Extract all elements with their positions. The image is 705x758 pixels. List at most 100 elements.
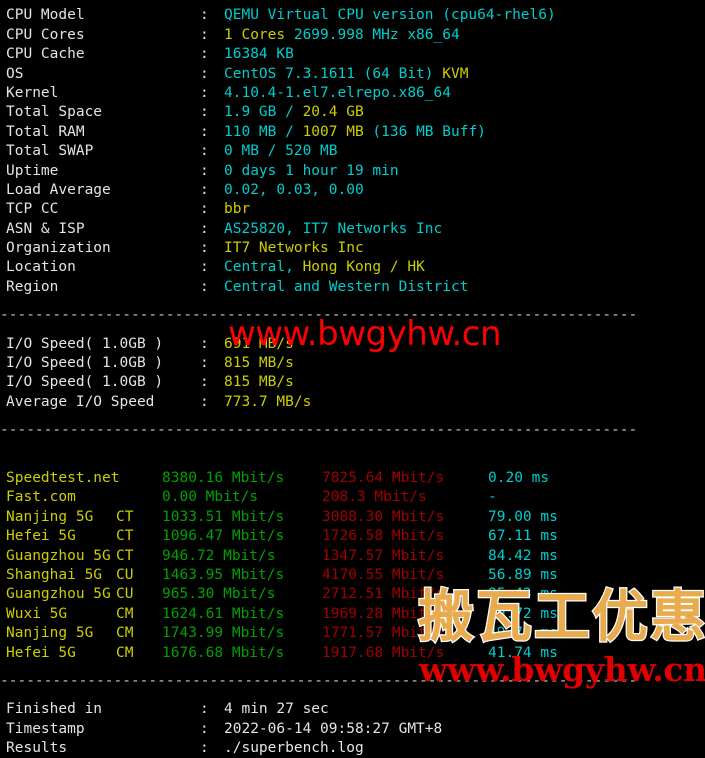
- info-row: ASN & ISP: AS25820, IT7 Networks Inc: [0, 220, 705, 239]
- io-row-colon: :: [200, 393, 209, 410]
- io-row-colon: :: [200, 374, 209, 391]
- speedtest-download-speed: 2712.51 Mbit/s: [322, 586, 445, 603]
- info-row-value-highlight: IT7 Networks Inc: [224, 240, 364, 257]
- speedtest-latency: 0.20 ms: [488, 469, 550, 486]
- speedtest-latency: 49.72 ms: [488, 605, 558, 622]
- info-row-value-highlight: bbr: [224, 201, 251, 218]
- speedtest-row: Speedtest.net 8380.16 Mbit/s 7825.64 Mbit/…: [0, 469, 705, 488]
- speedtest-latency: 79.00 ms: [488, 508, 558, 525]
- speedtest-carrier: CM: [116, 625, 134, 642]
- speedtest-download-speed: 3088.30 Mbit/s: [322, 508, 445, 525]
- info-row-colon: :: [200, 220, 209, 237]
- speedtest-row: Nanjing 5G CM 1743.99 Mbit/s 1771.57 Mbit/s…: [0, 624, 705, 643]
- summary-row-colon: :: [200, 701, 209, 718]
- info-row-value: 4.10.4-1.el7.elrepo.x86_64: [224, 84, 451, 101]
- speedtest-node-name: Wuxi 5G: [6, 605, 68, 622]
- info-row: CPU Cores:1 Cores 2699.998 MHz x86_64: [0, 26, 705, 45]
- speedtest-latency: 84.42 ms: [488, 547, 558, 564]
- speedtest-download-speed: 1726.58 Mbit/s: [322, 528, 445, 545]
- info-row: Total RAM:110 MB / 1007 MB (136 MB Buff): [0, 123, 705, 142]
- io-row-colon: :: [200, 335, 209, 352]
- io-row: I/O Speed( 1.0GB ):815 MB/s: [0, 373, 705, 392]
- info-row-label: Total RAM: [6, 123, 85, 140]
- io-row: Average I/O Speed:773.7 MB/s: [0, 393, 705, 412]
- speedtest-node-name: Guangzhou 5G: [6, 547, 111, 564]
- info-row-colon: :: [200, 65, 209, 82]
- speedtest-upload-speed: 1743.99 Mbit/s: [162, 625, 285, 642]
- speedtest-row: Hefei 5G CM 1676.68 Mbit/s 1917.68 Mbit/s 41…: [0, 644, 705, 663]
- io-row-label: I/O Speed( 1.0GB ): [6, 374, 164, 391]
- info-row-value-tail: 2699.998 MHz x86_64: [285, 26, 460, 43]
- speedtest-latency: 49.75 ms: [488, 625, 558, 642]
- info-row-label: Organization: [6, 240, 111, 257]
- speedtest-carrier: CT: [116, 547, 134, 564]
- speedtest-node-name: Nanjing 5G: [6, 625, 94, 642]
- speedtest-row: Fast.com 0.00 Mbit/s 208.3 Mbit/s -: [0, 488, 705, 507]
- speedtest-upload-speed: 8380.16 Mbit/s: [162, 469, 285, 486]
- info-row-value: Central and Western District: [224, 278, 469, 295]
- info-row-value-highlight: Hong Kong / HK: [302, 259, 425, 276]
- info-row-colon: :: [200, 181, 209, 198]
- info-row: OS: CentOS 7.3.1611 (64 Bit) KVM: [0, 65, 705, 84]
- speedtest-upload-speed: 1033.51 Mbit/s: [162, 508, 285, 525]
- io-row-label: I/O Speed( 1.0GB ): [6, 355, 164, 372]
- gap: [0, 297, 705, 306]
- info-row-colon: :: [200, 46, 209, 63]
- io-row: I/O Speed( 1.0GB ):691 MB/s: [0, 335, 705, 354]
- info-row-value: 0 days 1 hour 19 min: [224, 162, 399, 179]
- info-row-colon: :: [200, 26, 209, 43]
- info-row-colon: :: [200, 162, 209, 179]
- speedtest-carrier: CT: [116, 528, 134, 545]
- speedtest-download-speed: 1917.68 Mbit/s: [322, 644, 445, 661]
- speedtest-latency: 67.11 ms: [488, 528, 558, 545]
- speedtest-row: Nanjing 5G CT 1033.51 Mbit/s 3088.30 Mbit/s…: [0, 508, 705, 527]
- summary-row-label: Finished in: [6, 701, 103, 718]
- info-row-colon: :: [200, 84, 209, 101]
- summary-row-label: Timestamp: [6, 720, 85, 737]
- info-row-colon: :: [200, 7, 209, 24]
- info-row-colon: :: [200, 201, 209, 218]
- info-row-label: ASN & ISP: [6, 220, 85, 237]
- io-row-label: I/O Speed( 1.0GB ): [6, 335, 164, 352]
- info-row-label: CPU Model: [6, 7, 85, 24]
- speedtest-download-speed: 208.3 Mbit/s: [322, 489, 427, 506]
- speedtest-carrier: CU: [116, 566, 134, 583]
- speedtest-latency: 56.89 ms: [488, 566, 558, 583]
- speedtest-download-speed: 1771.57 Mbit/s: [322, 625, 445, 642]
- io-test-section: I/O Speed( 1.0GB ):691 MB/s I/O Speed( 1.…: [0, 335, 705, 413]
- info-row: Location: Central, Hong Kong / HK: [0, 258, 705, 277]
- info-row-label: Region: [6, 278, 59, 295]
- info-row-label: Uptime: [6, 162, 59, 179]
- summary-section: Finished in:4 min 27 sec Timestamp:2022-0…: [0, 700, 705, 758]
- io-row-value: 691 MB/s: [224, 335, 294, 352]
- info-row-colon: :: [200, 104, 209, 121]
- info-row-label: Total SWAP: [6, 143, 94, 160]
- info-row: TCP CC: bbr: [0, 200, 705, 219]
- speedtest-upload-speed: 1463.95 Mbit/s: [162, 566, 285, 583]
- info-row: Total SWAP:0 MB / 520 MB: [0, 142, 705, 161]
- info-row-label: Kernel: [6, 84, 59, 101]
- summary-row: Results: ./superbench.log: [0, 739, 705, 758]
- speedtest-carrier: CM: [116, 644, 134, 661]
- speedtest-download-speed: 4170.55 Mbit/s: [322, 566, 445, 583]
- summary-row-label: Results: [6, 740, 68, 757]
- info-row: CPU Model: QEMU Virtual CPU version (cpu6…: [0, 6, 705, 25]
- io-row-value: 815 MB/s: [224, 355, 294, 372]
- speedtest-upload-speed: 1676.68 Mbit/s: [162, 644, 285, 661]
- speedtest-upload-speed: 1624.61 Mbit/s: [162, 605, 285, 622]
- info-row-value-highlight: 20.4 GB: [302, 104, 364, 121]
- info-row-colon: :: [200, 143, 209, 160]
- speedtest-carrier: CM: [116, 605, 134, 622]
- speedtest-carrier: CU: [116, 586, 134, 603]
- info-row-value: Central,: [224, 259, 303, 276]
- separator-speedtest: ----------------------------------------…: [0, 422, 638, 439]
- info-row-label: CPU Cache: [6, 46, 85, 63]
- separator-io: ----------------------------------------…: [0, 307, 638, 324]
- info-row-label: Location: [6, 259, 76, 276]
- info-row: Organization: IT7 Networks Inc: [0, 239, 705, 258]
- info-row-value: 1.9 GB /: [224, 104, 303, 121]
- summary-row-colon: :: [200, 740, 209, 757]
- io-row-colon: :: [200, 355, 209, 372]
- info-row-value: QEMU Virtual CPU version (cpu64-rhel6): [224, 7, 556, 24]
- info-row-label: Total Space: [6, 104, 103, 121]
